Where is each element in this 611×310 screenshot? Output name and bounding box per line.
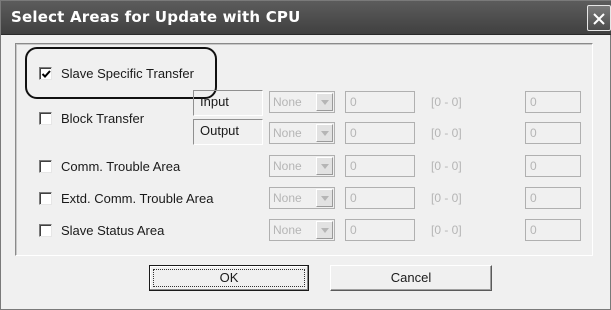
cancel-button-label: Cancel [390,270,432,285]
highlight-annotation [25,47,217,99]
input-start-field[interactable]: 0 [345,91,415,113]
block-transfer-label: Block Transfer [61,110,145,126]
output-area-combo[interactable]: None [269,122,335,144]
comm-trouble-area-range-text: [0 - 0] [431,159,462,173]
chevron-down-icon [321,100,329,105]
comm-trouble-area-label: Comm. Trouble Area [61,158,181,174]
extd-comm-trouble-area-size-field[interactable]: 0 [525,187,581,209]
extd-comm-trouble-area-combo-arrow[interactable] [316,189,333,207]
comm-trouble-area-combo[interactable]: None [269,155,335,177]
chevron-down-icon [321,164,329,169]
output-area-combo-value: None [273,126,302,140]
extd-comm-trouble-area-range-text: [0 - 0] [431,191,462,205]
block-transfer-option[interactable]: Block Transfer [39,109,144,127]
slave-status-area-option[interactable]: Slave Status Area [39,221,164,239]
comm-trouble-area-combo-arrow[interactable] [316,157,333,175]
extd-comm-trouble-area-label: Extd. Comm. Trouble Area [61,190,214,206]
input-size-field[interactable]: 0 [525,91,581,113]
input-area-combo[interactable]: None [269,91,335,113]
update-areas-dialog: Select Areas for Update with CPU Slave S… [0,0,611,310]
extd-comm-trouble-area-checkbox[interactable] [39,191,52,205]
comm-trouble-area-start-field[interactable]: 0 [345,155,415,177]
input-range-text: [0 - 0] [431,95,462,109]
slave-status-area-label: Slave Status Area [61,222,165,238]
slave-status-area-range-text: [0 - 0] [431,223,462,237]
output-range-text: [0 - 0] [431,126,462,140]
comm-trouble-area-checkbox[interactable] [39,159,52,173]
slave-status-area-combo-arrow[interactable] [316,221,333,239]
slave-status-area-start-field[interactable]: 0 [345,219,415,241]
chevron-down-icon [321,228,329,233]
input-label: Input [193,90,263,116]
comm-trouble-area-size-field[interactable]: 0 [525,155,581,177]
output-start-field[interactable]: 0 [345,122,415,144]
extd-comm-trouble-area-combo[interactable]: None [269,187,335,209]
output-label: Output [193,119,263,145]
slave-status-area-size-field[interactable]: 0 [525,219,581,241]
slave-status-area-combo[interactable]: None [269,219,335,241]
comm-trouble-area-option[interactable]: Comm. Trouble Area [39,157,180,175]
slave-status-area-checkbox[interactable] [39,223,52,237]
chevron-down-icon [321,196,329,201]
block-transfer-checkbox[interactable] [39,111,52,125]
output-size-field[interactable]: 0 [525,122,581,144]
comm-trouble-area-combo-value: None [273,159,302,173]
title-bar[interactable]: Select Areas for Update with CPU [1,1,611,35]
dialog-title: Select Areas for Update with CPU [11,8,301,26]
close-button[interactable] [587,5,611,31]
close-icon [593,13,605,25]
ok-button[interactable]: OK [149,265,309,291]
focus-rectangle [153,269,305,287]
extd-comm-trouble-area-start-field[interactable]: 0 [345,187,415,209]
slave-status-area-combo-value: None [273,223,302,237]
input-area-combo-value: None [273,95,302,109]
extd-comm-trouble-area-option[interactable]: Extd. Comm. Trouble Area [39,189,213,207]
chevron-down-icon [321,131,329,136]
output-area-combo-arrow[interactable] [316,124,333,142]
cancel-button[interactable]: Cancel [330,265,492,291]
extd-comm-trouble-area-combo-value: None [273,191,302,205]
input-area-combo-arrow[interactable] [316,93,333,111]
